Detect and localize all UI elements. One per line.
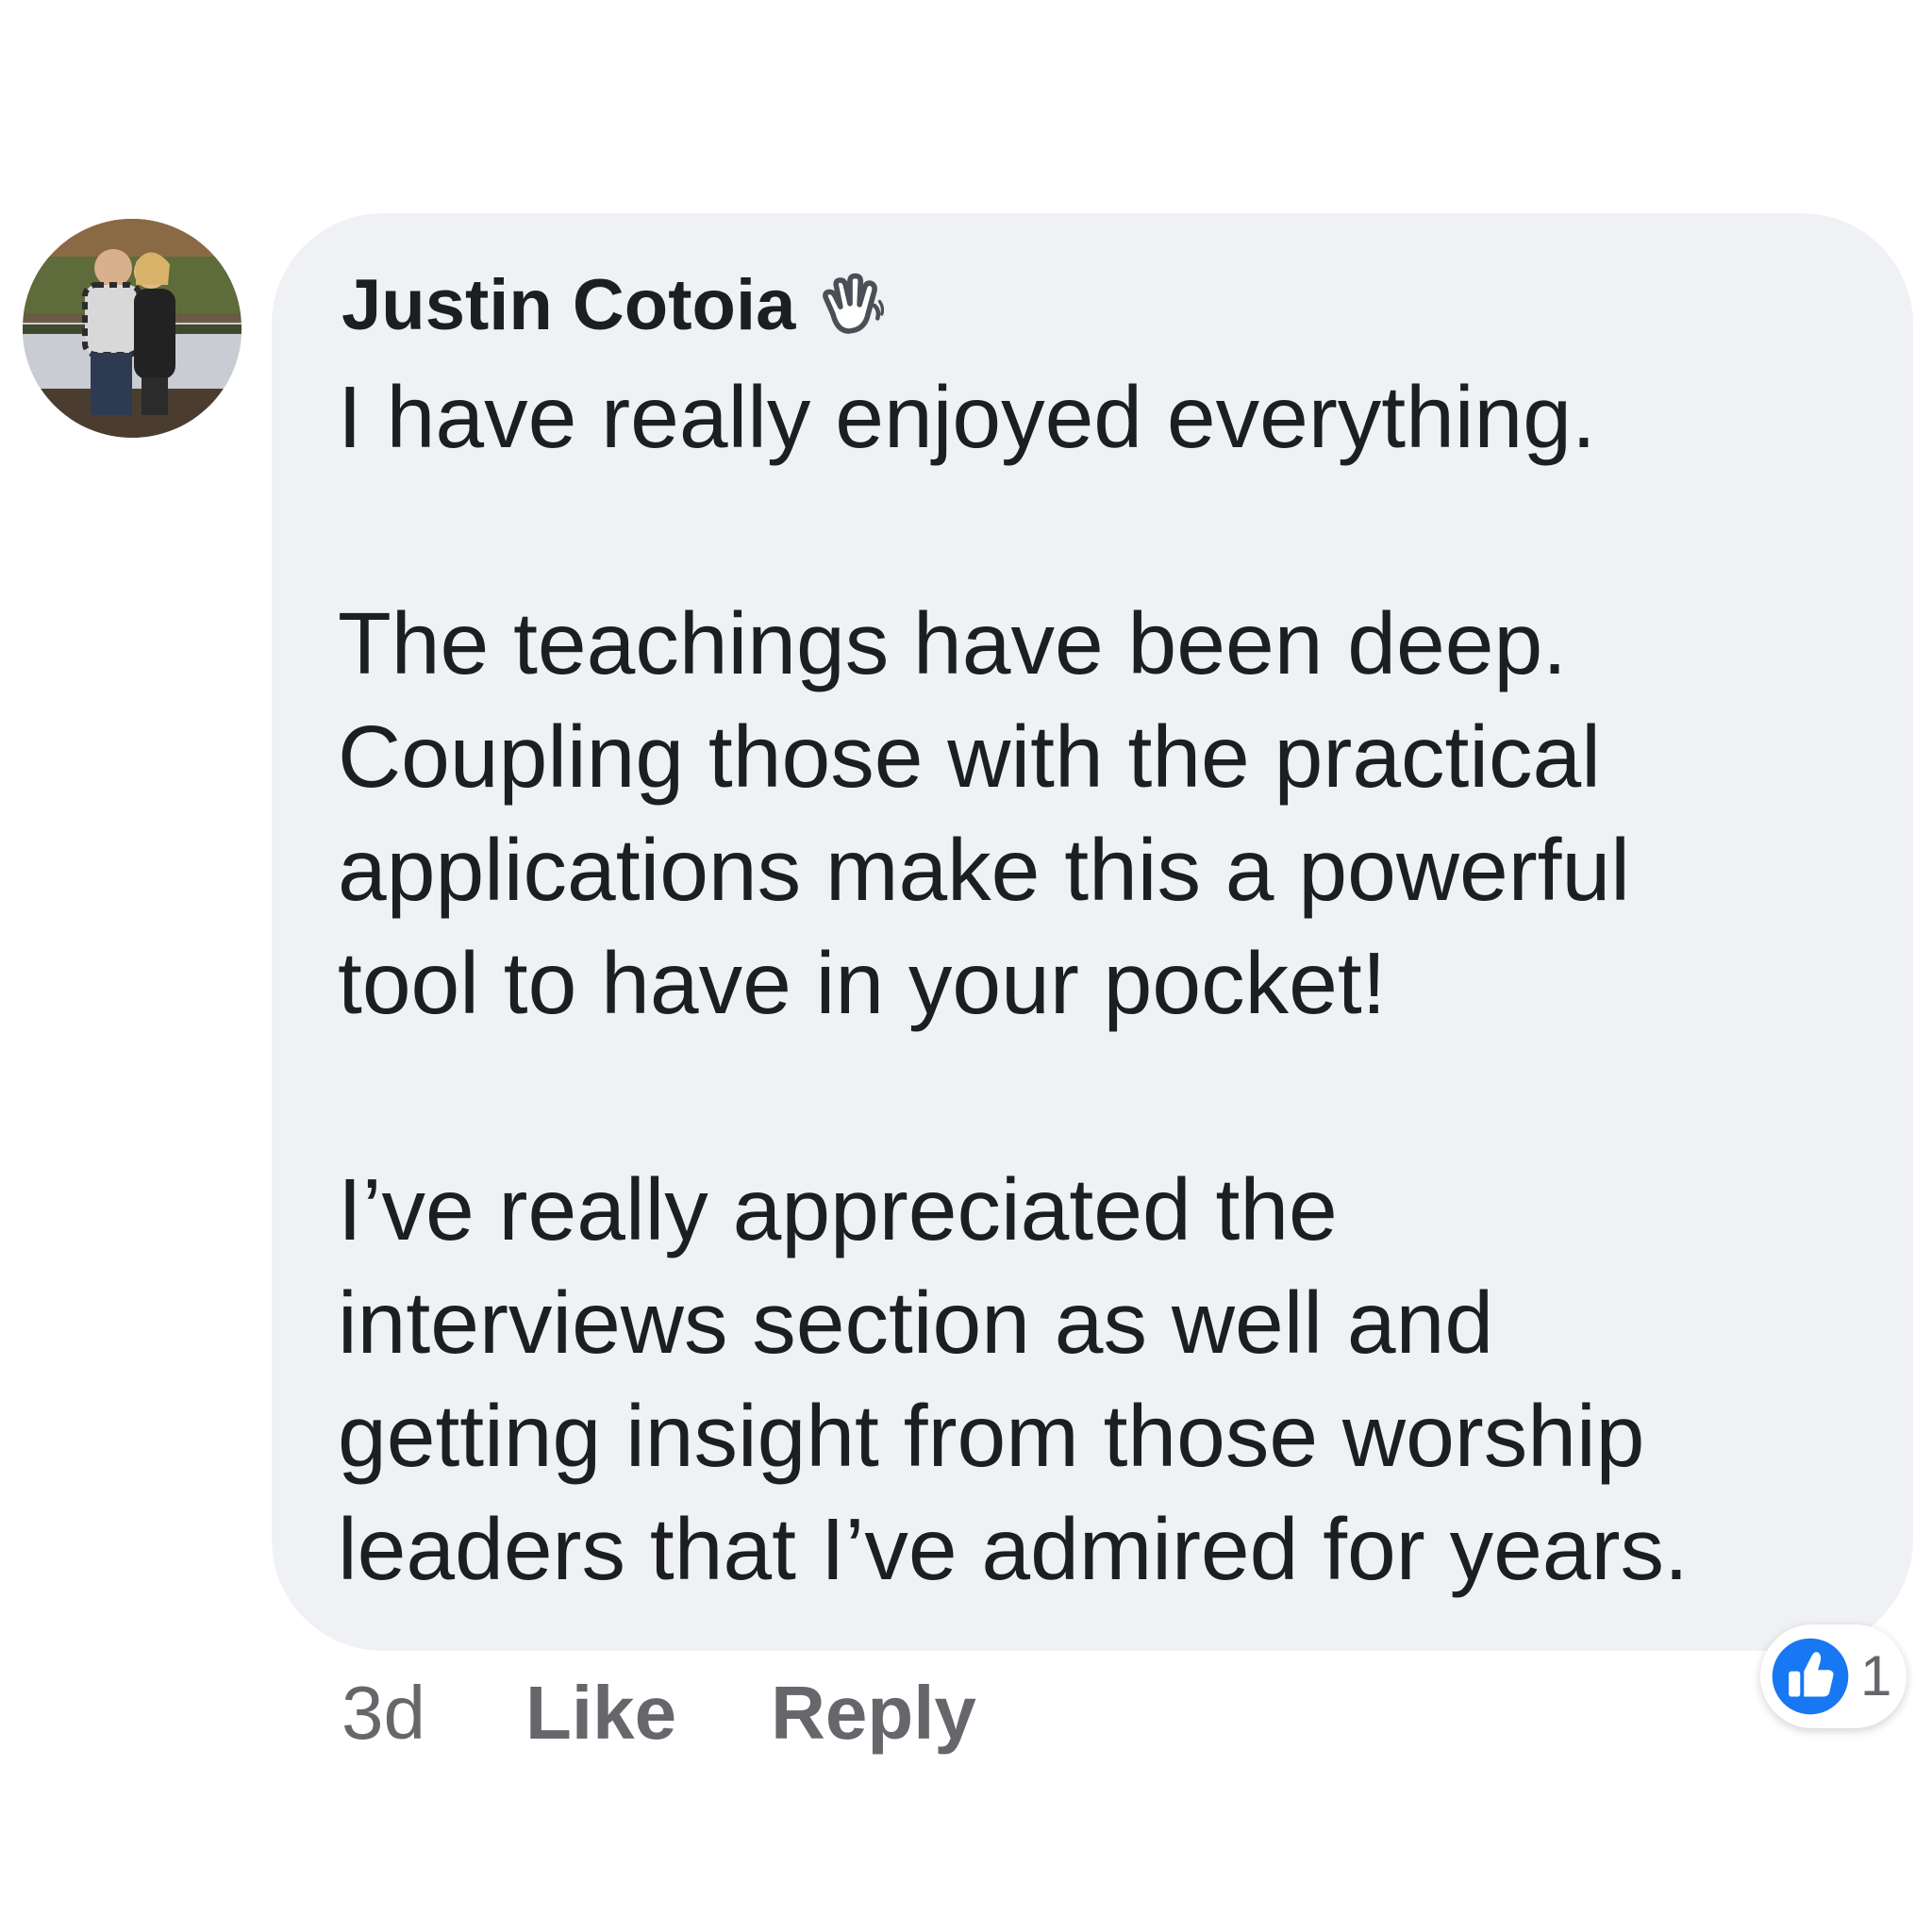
- author-name-link[interactable]: Justin Cotoia: [341, 270, 795, 341]
- comment-text: I have really enjoyed everything. The te…: [338, 360, 1885, 1606]
- comment-line: tool to have in your pocket!: [338, 934, 1387, 1032]
- comment-line: I have really enjoyed everything.: [338, 368, 1596, 466]
- comment-paragraph: The teachings have been deep. Coupling t…: [338, 587, 1885, 1040]
- comment-author: Justin Cotoia: [341, 270, 885, 341]
- comment-line: The teachings have been deep.: [338, 594, 1567, 692]
- waving-hand-icon: [816, 272, 885, 340]
- like-button[interactable]: Like: [525, 1675, 676, 1751]
- comment-line: I’ve really appreciated the: [338, 1160, 1338, 1258]
- comment-actions: 3d Like Reply: [341, 1675, 976, 1751]
- comment-line: applications make this a powerful: [338, 821, 1630, 919]
- comment-line: getting insight from those worship: [338, 1387, 1645, 1485]
- reaction-count: 1: [1860, 1644, 1892, 1707]
- comment-paragraph: I’ve really appreciated the interviews s…: [338, 1153, 1885, 1606]
- comment-paragraph: I have really enjoyed everything.: [338, 360, 1885, 474]
- author-avatar[interactable]: [23, 219, 242, 438]
- comment-line: leaders that I’ve admired for years.: [338, 1500, 1689, 1598]
- comment-timestamp[interactable]: 3d: [341, 1675, 425, 1751]
- reaction-summary[interactable]: 1: [1760, 1624, 1907, 1728]
- thumbs-up-icon: [1770, 1636, 1851, 1717]
- reply-button[interactable]: Reply: [771, 1675, 976, 1751]
- comment-line: Coupling those with the practical: [338, 708, 1601, 806]
- comment-line: interviews section as well and: [338, 1274, 1494, 1372]
